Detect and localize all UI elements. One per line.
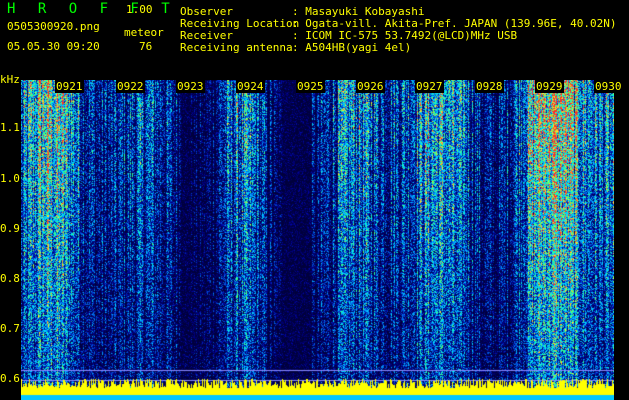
y-tick: 0.7 <box>0 322 20 335</box>
y-tick: 1.0 <box>0 172 20 185</box>
y-tick: 1.1 <box>0 121 20 134</box>
x-tick: 0924 <box>236 80 265 93</box>
x-tick: 0921 <box>55 80 84 93</box>
x-tick: 0925 <box>296 80 325 93</box>
x-tick: 0922 <box>116 80 145 93</box>
file-name: 0505300920.png <box>7 20 100 33</box>
y-tick: 0.6 <box>0 372 20 385</box>
antenna-label: Receiving antenna <box>180 41 293 54</box>
x-tick: 0928 <box>475 80 504 93</box>
meteor-count: 76 <box>139 40 153 53</box>
file-datetime: 05.05.30 09:20 <box>7 40 100 53</box>
y-tick: 0.9 <box>0 222 20 235</box>
x-tick: 0923 <box>176 80 205 93</box>
meteor-label: meteor <box>124 26 164 39</box>
y-tick: 0.8 <box>0 272 20 285</box>
x-tick: 0926 <box>356 80 385 93</box>
x-tick: 0929 <box>535 80 564 93</box>
x-tick: 0927 <box>415 80 444 93</box>
spectrogram <box>21 80 614 400</box>
antenna-value: : A504HB(yagi 4el) <box>292 41 412 54</box>
spectrogram-canvas <box>21 80 614 400</box>
y-unit-label: kHz <box>0 73 20 86</box>
app-version: 1.00 <box>126 3 153 16</box>
x-tick: 0930 <box>594 80 623 93</box>
